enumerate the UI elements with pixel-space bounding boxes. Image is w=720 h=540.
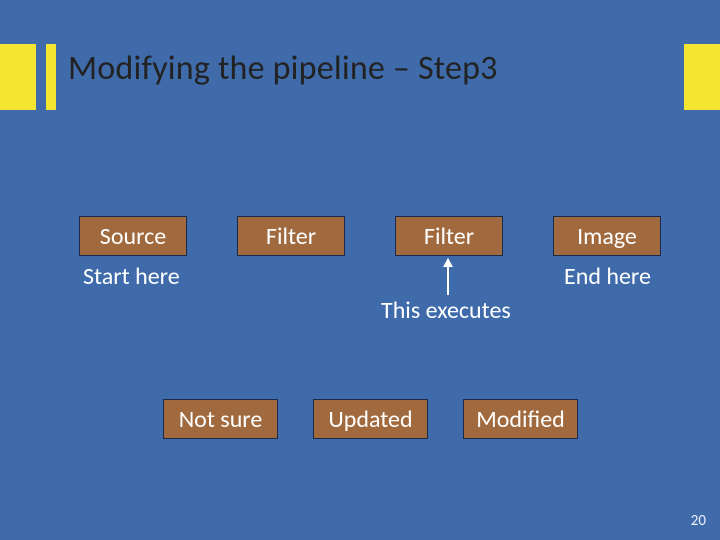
status-updated: Updated [313,399,428,439]
label-this-executes: This executes [381,296,511,325]
arrow-head-up-icon [443,258,453,267]
title-accent-gap [36,44,46,110]
arrow-executes-to-filter2 [447,259,449,295]
status-not-sure: Not sure [163,399,278,439]
page-number: 20 [691,512,706,530]
title-accent-right [684,44,720,110]
node-filter-1: Filter [237,216,345,256]
title-accent-left [0,44,36,110]
node-image: Image [553,216,661,256]
slide-title: Modifying the pipeline – Step3 [68,48,498,89]
node-source: Source [79,216,187,256]
label-start-here: Start here [83,262,180,291]
status-modified: Modified [463,399,578,439]
node-filter-2: Filter [395,216,503,256]
title-accent-inner [46,44,56,110]
label-end-here: End here [564,262,651,291]
